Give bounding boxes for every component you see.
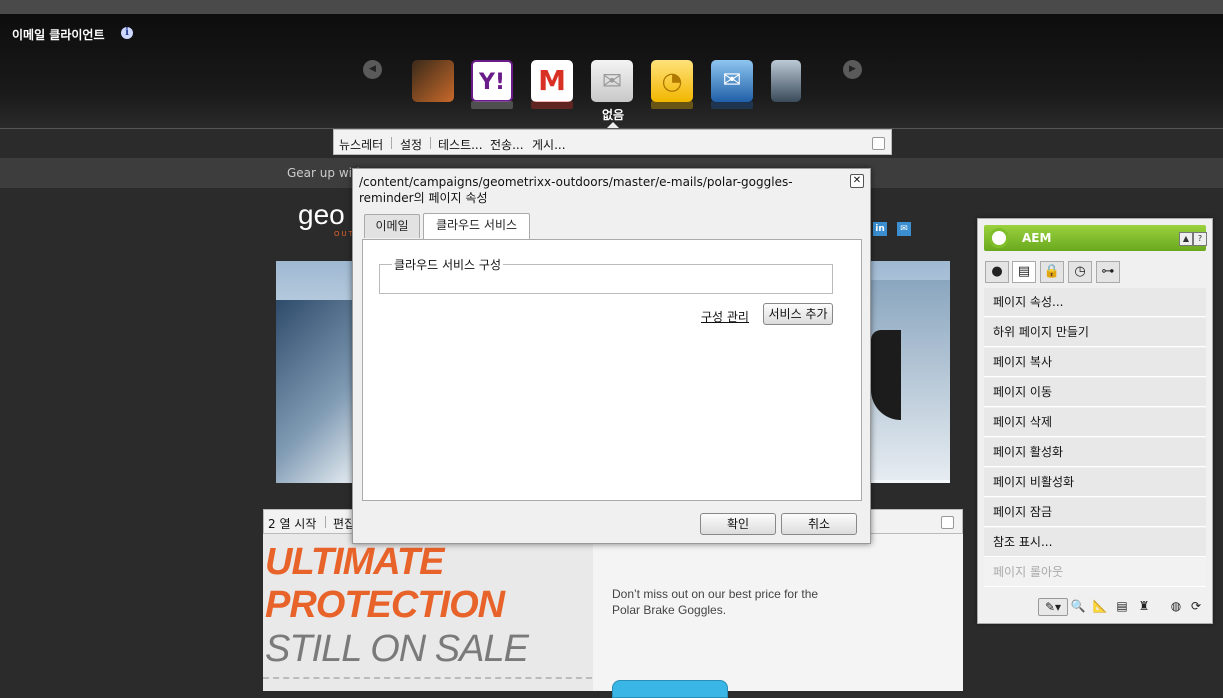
lock-tab-icon[interactable]: 🔒 xyxy=(1040,261,1064,283)
newsletter-label[interactable]: 뉴스레터 xyxy=(339,136,383,153)
dashed-divider xyxy=(263,677,592,679)
activate-page-item[interactable]: 페이지 활성화 xyxy=(984,438,1206,467)
page-properties-item[interactable]: 페이지 속성... xyxy=(984,288,1206,317)
toolbar-checkbox[interactable] xyxy=(872,137,885,150)
publish-button[interactable]: 게시... xyxy=(532,136,566,153)
yahoo-client-icon[interactable]: Y! xyxy=(471,60,513,102)
info-icon[interactable]: i xyxy=(121,27,133,39)
column-start-label[interactable]: 2 열 시작 xyxy=(268,515,316,532)
edit-mode-icon[interactable]: ✎▾ xyxy=(1038,598,1068,616)
gmail-client-icon[interactable]: M xyxy=(531,60,573,102)
promo-text: Don’t miss out on our best price for the… xyxy=(612,587,819,617)
sidekick-panel: AEM ▲ ? ● ▤ 🔒 ◷ ⊶ 페이지 속성... 하위 페이지 만들기 페… xyxy=(977,218,1213,624)
deactivate-page-item[interactable]: 페이지 비활성화 xyxy=(984,468,1206,497)
delete-page-item[interactable]: 페이지 삭제 xyxy=(984,408,1206,437)
rollout-page-item: 페이지 롤아웃 xyxy=(984,558,1206,587)
client-reflection xyxy=(471,101,513,109)
hero-mountain xyxy=(276,300,356,483)
column-checkbox[interactable] xyxy=(941,516,954,529)
cta-button[interactable] xyxy=(612,680,728,698)
create-child-page-item[interactable]: 하위 페이지 만들기 xyxy=(984,318,1206,347)
refresh-icon[interactable]: ⟳ xyxy=(1188,598,1204,614)
thunderbird-client-icon[interactable]: ✉ xyxy=(711,60,753,102)
close-icon[interactable]: ✕ xyxy=(850,174,864,188)
goggle-image xyxy=(871,330,901,420)
client-reflection xyxy=(651,101,693,109)
versioning-tab-icon[interactable]: ◷ xyxy=(1068,261,1092,283)
separator xyxy=(391,137,392,149)
copy-page-item[interactable]: 페이지 복사 xyxy=(984,348,1206,377)
sidekick-title: AEM xyxy=(1022,231,1052,245)
tab-cloud-services[interactable]: 클라우드 서비스 xyxy=(423,213,530,239)
selected-pointer-icon xyxy=(607,122,619,128)
headline-still-on-sale: STILL ON SALE xyxy=(265,628,529,670)
client-reflection xyxy=(531,101,573,109)
tab-panel: 클라우드 서비스 구성 구성 관리 서비스 추가 xyxy=(362,239,862,501)
next-arrow-icon[interactable]: ▶ xyxy=(843,60,862,79)
add-service-button[interactable]: 서비스 추가 xyxy=(763,303,833,325)
outlook-client-icon[interactable]: ◔ xyxy=(651,60,693,102)
none-client-icon[interactable]: ✉ xyxy=(591,60,633,102)
email-client-title: 이메일 클라이언트 xyxy=(12,28,105,42)
scaffolding-icon[interactable]: ▤ xyxy=(1114,598,1130,614)
apple-mail-client-icon[interactable] xyxy=(771,60,801,102)
collapse-icon[interactable]: ▲ xyxy=(1179,232,1193,246)
show-references-item[interactable]: 참조 표시... xyxy=(984,528,1206,557)
fieldset-legend: 클라우드 서비스 구성 xyxy=(392,256,503,273)
top-strip xyxy=(0,0,1223,14)
page-tab-icon[interactable]: ▤ xyxy=(1012,261,1036,283)
linkedin-icon[interactable]: in xyxy=(873,222,887,236)
help-icon[interactable]: ? xyxy=(1193,232,1207,246)
aol-client-icon[interactable] xyxy=(412,60,454,102)
cloud-services-fieldset: 클라우드 서비스 구성 xyxy=(379,256,833,294)
website-icon[interactable]: ◍ xyxy=(1168,598,1184,614)
workflow-tab-icon[interactable]: ⊶ xyxy=(1096,261,1120,283)
tab-email[interactable]: 이메일 xyxy=(364,214,420,238)
newsletter-toolbar: 뉴스레터 설정 테스트... 전송... 게시... xyxy=(333,129,892,155)
ok-button[interactable]: 확인 xyxy=(700,513,776,535)
email-share-icon[interactable]: ✉ xyxy=(897,222,911,236)
design-mode-icon[interactable]: 📐 xyxy=(1092,598,1108,614)
aem-logo-icon xyxy=(989,228,1009,248)
test-button[interactable]: 테스트... xyxy=(438,136,483,153)
dialog-title: /content/campaigns/geometrixx-outdoors/m… xyxy=(359,175,793,205)
settings-button[interactable]: 설정 xyxy=(400,136,422,153)
lock-page-item[interactable]: 페이지 잠금 xyxy=(984,498,1206,527)
email-client-bar: 이메일 클라이언트 i ◀ ▶ Y! M ✉ ◔ ✉ 없음 xyxy=(0,14,1223,129)
components-tab-icon[interactable]: ● xyxy=(985,261,1009,283)
cancel-button[interactable]: 취소 xyxy=(781,513,857,535)
page-properties-dialog: /content/campaigns/geometrixx-outdoors/m… xyxy=(352,168,871,544)
client-context-icon[interactable]: ♜ xyxy=(1136,598,1152,614)
prev-arrow-icon[interactable]: ◀ xyxy=(363,60,382,79)
headline-protection: PROTECTION xyxy=(265,584,505,626)
preview-icon[interactable]: 🔍 xyxy=(1070,598,1086,614)
separator xyxy=(430,137,431,149)
manage-configurations-link[interactable]: 구성 관리 xyxy=(701,308,749,325)
headline-ultimate: ULTIMATE xyxy=(265,541,444,583)
send-button[interactable]: 전송... xyxy=(490,136,524,153)
logo: geo xyxy=(298,199,345,230)
move-page-item[interactable]: 페이지 이동 xyxy=(984,378,1206,407)
selected-client-label: 없음 xyxy=(601,108,625,122)
client-reflection xyxy=(711,101,753,109)
sidekick-header[interactable]: AEM ▲ ? xyxy=(984,225,1207,251)
separator xyxy=(325,516,326,528)
